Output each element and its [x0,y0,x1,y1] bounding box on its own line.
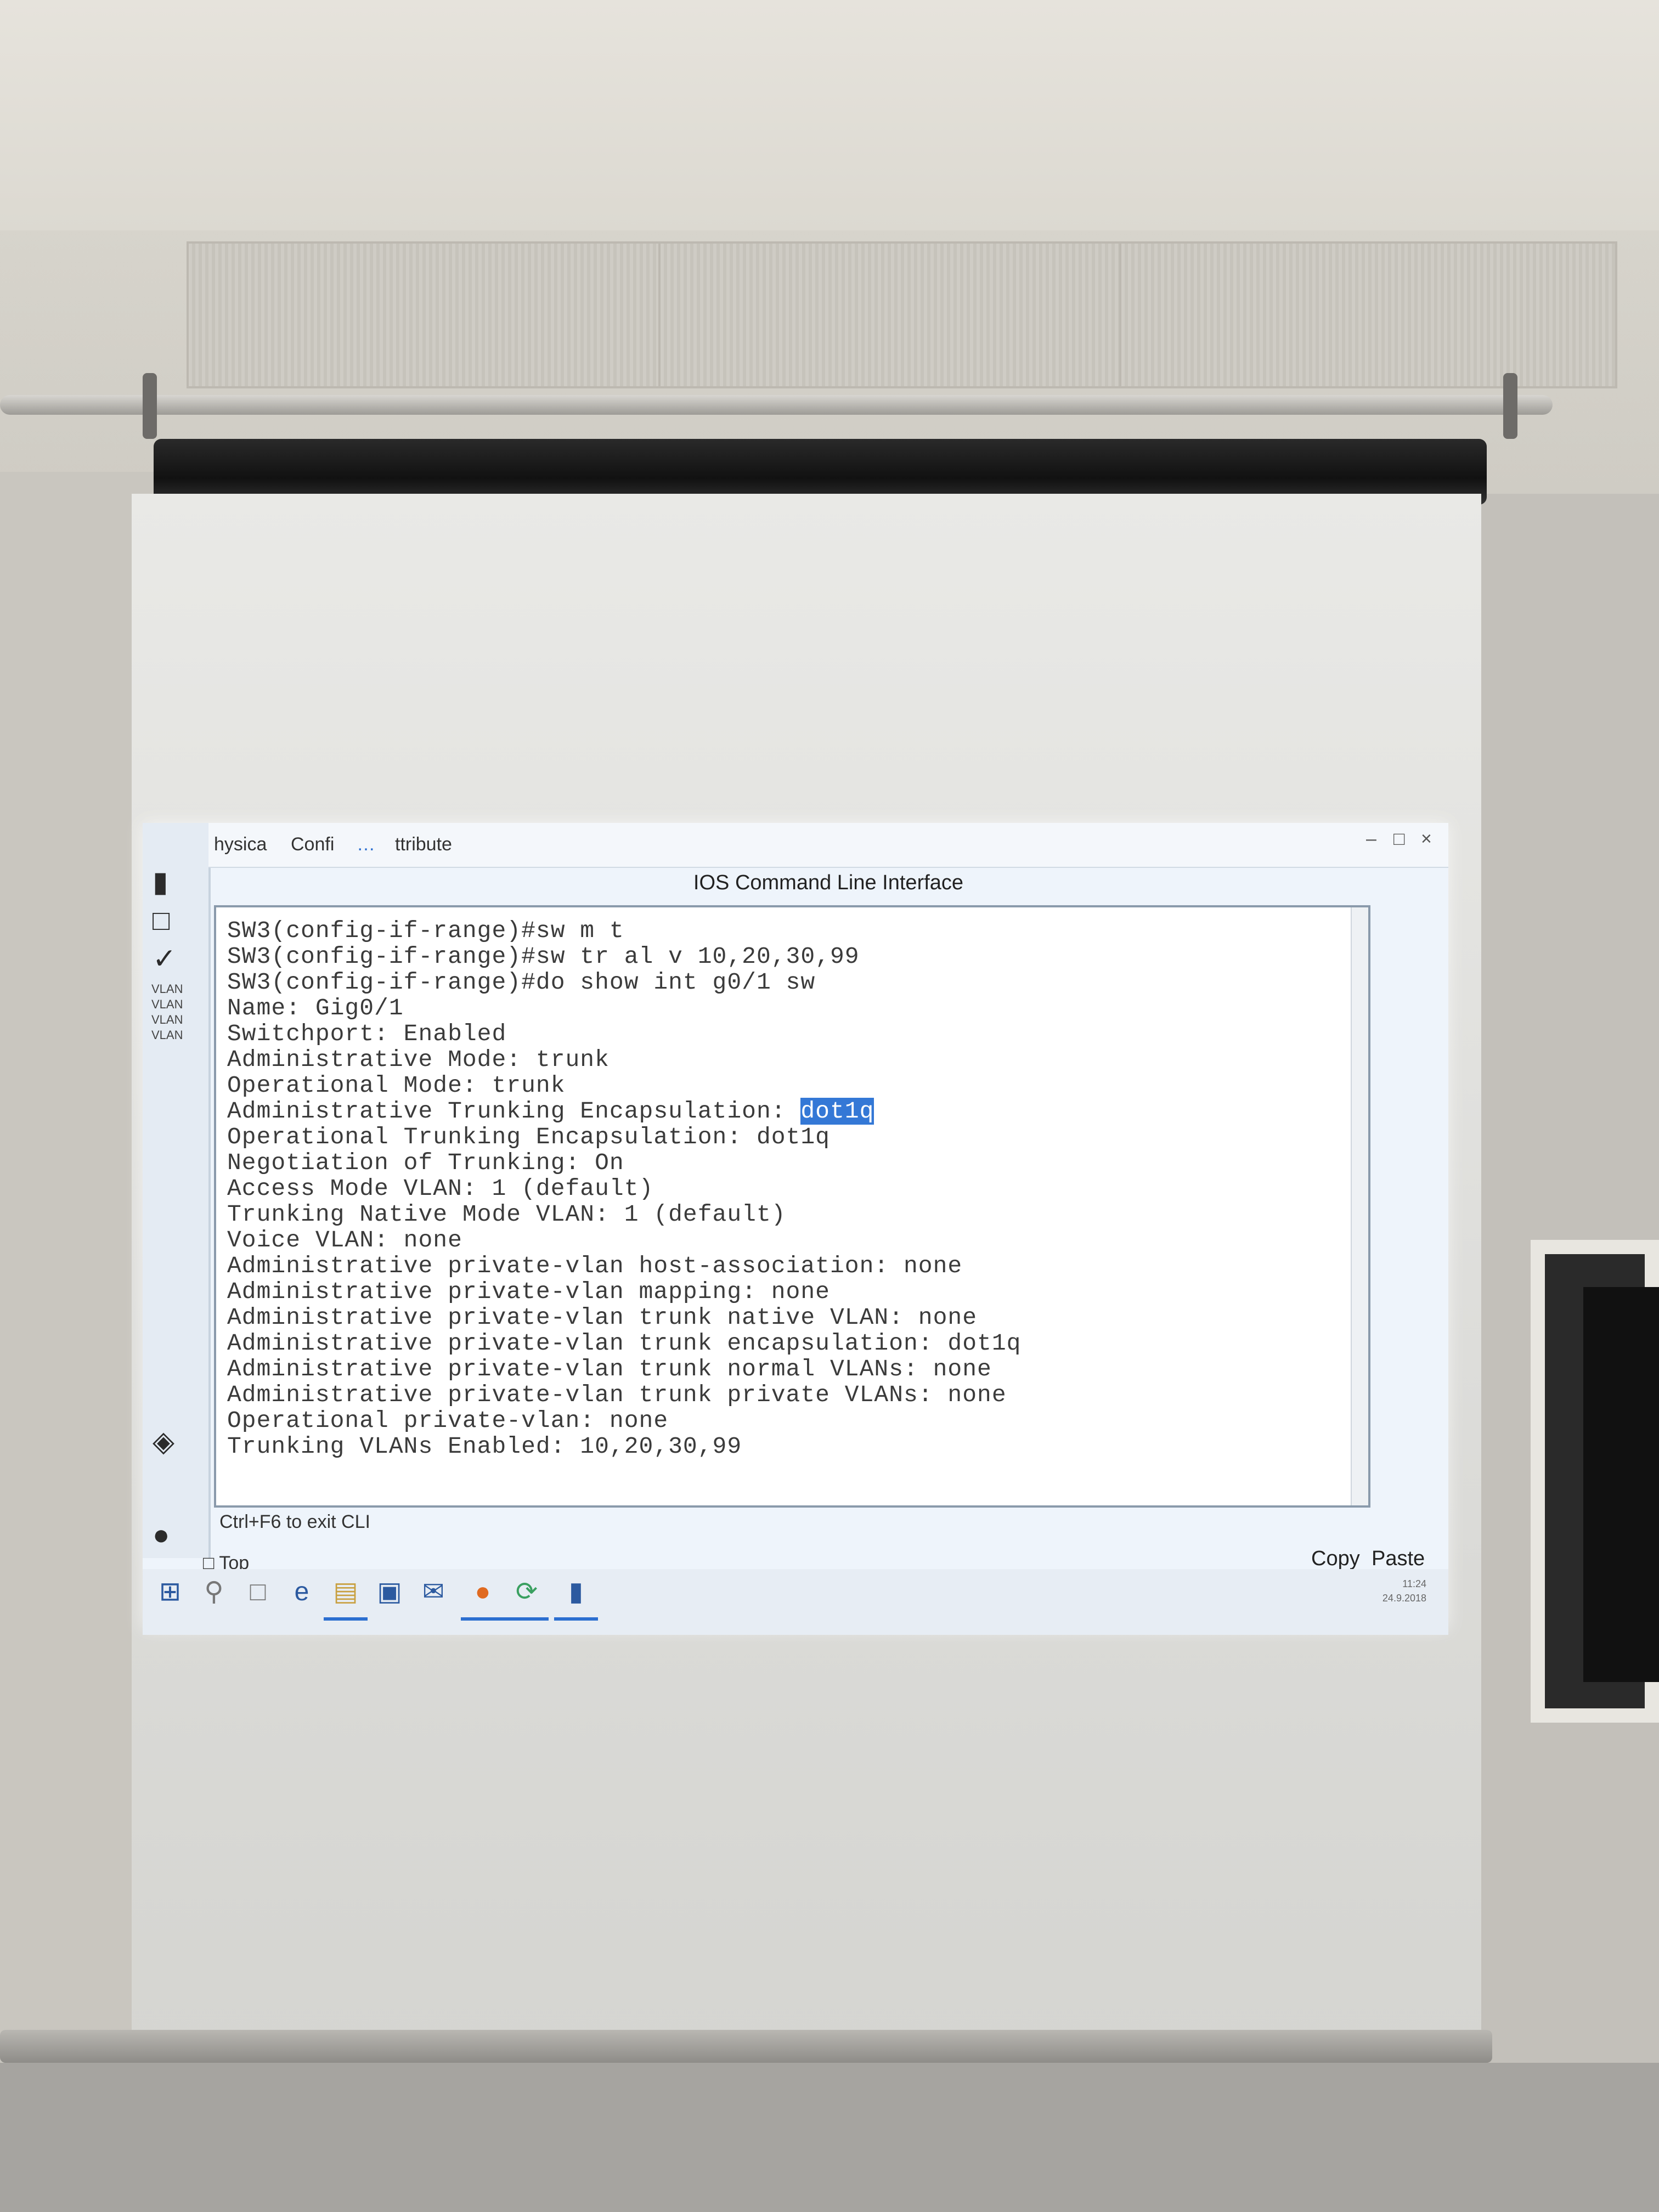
cli-line: Name: Gig0/1 [227,995,404,1022]
active-indicator [505,1617,549,1621]
cli-line: Trunking Native Mode VLAN: 1 (default) [227,1201,786,1228]
vlan-label: VLAN [151,982,183,996]
projected-desktop: ▮ □ ✓ VLAN VLAN VLAN VLAN ◈ ● hysica Con… [143,823,1448,1629]
app-toolbar: ▮ □ ✓ VLAN VLAN VLAN VLAN ◈ ● [143,823,211,1558]
vlan-label: VLAN [151,997,183,1011]
cli-line: Operational Trunking Encapsulation: dot1… [227,1124,830,1150]
cli-line: Administrative private-vlan trunk encaps… [227,1330,1022,1357]
paste-button[interactable]: Paste [1372,1547,1425,1571]
copy-button[interactable]: Copy [1311,1547,1360,1571]
cli-line: SW3(config-if-range)#sw tr al v 10,20,30… [227,943,860,970]
router-icon[interactable]: ● [153,1520,192,1550]
picture-frame [1531,1240,1659,1723]
cli-line: Administrative private-vlan mapping: non… [227,1278,830,1305]
cli-line: SW3(config-if-range)#sw m t [227,917,624,944]
active-indicator [554,1617,598,1621]
select-icon[interactable]: □ [153,905,192,936]
cli-line: Switchport: Enabled [227,1020,507,1047]
screen-rod [0,395,1553,415]
clock-date: 24.9.2018 [1382,1593,1426,1604]
device-tabs-bar: hysica Confi … ttribute – □ × [208,823,1448,868]
rod-bracket [143,373,157,439]
cli-line: Administrative private-vlan trunk privat… [227,1381,1007,1408]
start-icon[interactable]: ⊞ [154,1576,187,1609]
cli-terminal[interactable]: SW3(config-if-range)#sw m t SW3(config-i… [214,905,1370,1508]
taskbar-clock[interactable]: 11:24 24.9.2018 [1383,1577,1426,1605]
cli-line: Administrative private-vlan trunk native… [227,1304,978,1331]
cli-exit-hint: Ctrl+F6 to exit CLI [219,1511,370,1532]
cli-line-encapsulation: Administrative Trunking Encapsulation: d… [227,1098,874,1125]
vlan-label: VLAN [151,1013,183,1026]
close-button[interactable]: × [1421,828,1432,850]
tab-config[interactable]: Confi [291,834,334,855]
store-icon[interactable]: ▣ [373,1576,406,1609]
explorer-icon[interactable]: ▤ [329,1576,362,1609]
cli-line: Administrative Mode: trunk [227,1046,610,1073]
maximize-button[interactable]: □ [1393,828,1405,850]
cli-title: IOS Command Line Interface [693,871,964,894]
search-icon[interactable]: ⚲ [198,1576,230,1609]
tab-attributes[interactable]: ttribute [395,834,452,855]
vlan-label: VLAN [151,1028,183,1042]
windows-taskbar: ⊞ ⚲ □ e ▤ ▣ ✉ ● ⟳ ▮ 11:24 24.9.2018 [143,1569,1448,1635]
ceiling [0,0,1659,230]
clock-time: 11:24 [1402,1578,1426,1589]
edge-icon[interactable]: e [285,1576,318,1609]
mail-icon[interactable]: ✉ [417,1576,450,1609]
packet-tracer-icon[interactable]: ▮ [560,1576,592,1609]
cli-line: Negotiation of Trunking: On [227,1149,624,1176]
tab-cli[interactable]: … [357,834,375,855]
rod-bracket [1503,373,1517,439]
refresh-app-icon[interactable]: ⟳ [510,1576,543,1609]
floor [0,2063,1659,2212]
cli-scrollbar[interactable] [1351,907,1368,1505]
ceiling-panel [187,241,663,388]
tab-physical[interactable]: hysica [214,834,267,855]
cli-line: Administrative private-vlan trunk normal… [227,1356,992,1383]
active-indicator [461,1617,505,1621]
file-icon[interactable]: ▮ [153,867,192,898]
ceiling-panel [1119,241,1617,388]
cli-line-text: Administrative Trunking Encapsulation: [227,1098,801,1125]
task-view-icon[interactable]: □ [241,1576,274,1609]
cli-line: Access Mode VLAN: 1 (default) [227,1175,654,1202]
cli-line: Operational Mode: trunk [227,1072,566,1099]
cli-line: Voice VLAN: none [227,1227,462,1254]
cli-line: SW3(config-if-range)#do show int g0/1 sw [227,969,816,996]
cli-line: Operational private-vlan: none [227,1407,669,1434]
minimize-button[interactable]: – [1366,828,1376,850]
connection-icon[interactable]: ✓ [153,944,192,974]
ceiling-panel [658,241,1124,388]
device-icon[interactable]: ◈ [153,1426,192,1457]
selected-text[interactable]: dot1q [800,1098,874,1125]
screen-bottom-bar [0,2030,1492,2063]
active-indicator [324,1617,368,1621]
cli-line: Administrative private-vlan host-associa… [227,1252,963,1279]
cli-line: Trunking VLANs Enabled: 10,20,30,99 [227,1433,742,1460]
firefox-icon[interactable]: ● [466,1576,499,1609]
